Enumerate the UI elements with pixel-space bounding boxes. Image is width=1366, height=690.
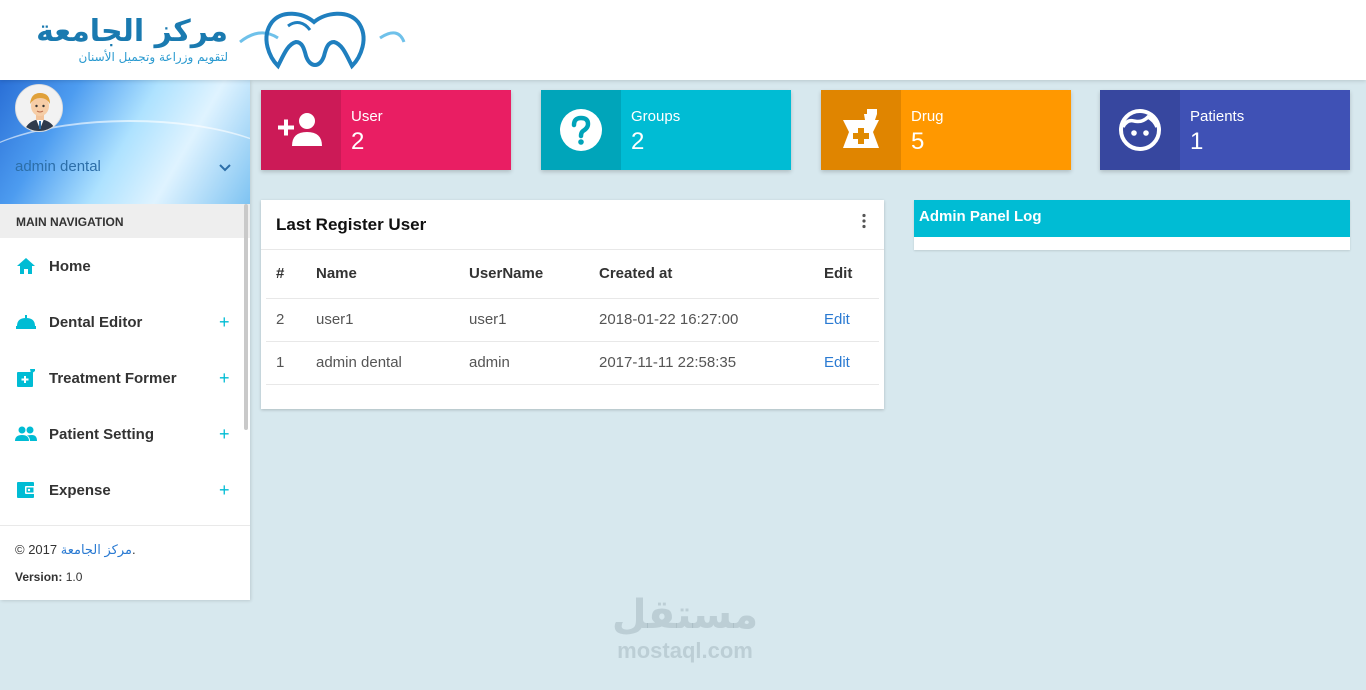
sidebar-item-label: Patient Setting	[49, 425, 155, 443]
table-row: 1 admin dental admin 2017-11-11 22:58:35…	[266, 341, 879, 385]
cell-id: 1	[266, 341, 306, 385]
info-box-label: Groups	[631, 108, 681, 125]
cell-name: user1	[306, 298, 459, 342]
sidebar: admin dental MAIN NAVIGATION Home Dental…	[0, 80, 250, 600]
user-info-panel: admin dental	[0, 80, 250, 204]
watermark-arabic: مستقل	[611, 592, 759, 638]
sidebar-item-expense[interactable]: Expense +	[0, 462, 250, 518]
tooth-logo-icon	[239, 11, 406, 70]
column-header: Created at	[589, 250, 814, 299]
people-icon	[15, 423, 37, 445]
medicine-icon	[821, 90, 901, 170]
info-box-value: 2	[351, 128, 365, 155]
watermark: مستقل mostaql.com	[600, 592, 770, 664]
cell-created: 2018-01-22 16:27:00	[589, 298, 814, 342]
home-icon	[15, 255, 37, 277]
copyright-suffix: .	[131, 542, 136, 557]
info-box-value: 1	[1190, 128, 1204, 155]
sidebar-item-label: Dental Editor	[49, 313, 143, 331]
watermark-latin: mostaql.com	[617, 638, 753, 663]
sidebar-item-label: Expense	[49, 481, 111, 499]
expand-plus-icon[interactable]: +	[219, 312, 230, 332]
user-name[interactable]: admin dental	[15, 158, 101, 175]
cell-username: user1	[459, 298, 589, 342]
expand-plus-icon[interactable]: +	[219, 368, 230, 388]
sidebar-item-home[interactable]: Home	[0, 238, 250, 294]
copyright-link[interactable]: مركز الجامعة	[61, 542, 132, 557]
help-icon	[541, 90, 621, 170]
main-navigation-header: MAIN NAVIGATION	[0, 204, 250, 238]
edit-link[interactable]: Edit	[824, 311, 850, 328]
expand-plus-icon[interactable]: +	[219, 424, 230, 444]
person-add-icon	[261, 90, 341, 170]
cell-username: admin	[459, 341, 589, 385]
admin-panel-log: Admin Panel Log	[914, 200, 1350, 250]
version-label: Version:	[15, 570, 63, 584]
avatar-image	[16, 85, 62, 131]
info-box-value: 5	[911, 128, 925, 155]
info-box-label: Patients	[1190, 108, 1245, 125]
version-text: Version: 1.0	[15, 570, 235, 584]
version-value: 1.0	[62, 570, 83, 584]
info-box-label: Drug	[911, 108, 944, 125]
table-header-row: # Name UserName Created at Edit	[266, 250, 879, 299]
column-header: Edit	[814, 250, 879, 299]
sidebar-item-label: Home	[49, 257, 91, 275]
copyright-text: © 2017 مركز الجامعة.	[15, 542, 235, 558]
more-vert-icon[interactable]	[861, 213, 867, 229]
column-header: UserName	[459, 250, 589, 299]
info-box-label: User	[351, 108, 383, 125]
sidebar-scrollbar[interactable]	[244, 204, 248, 430]
room-service-icon	[15, 311, 37, 333]
info-box-patients[interactable]: Patients 1	[1100, 90, 1350, 170]
sidebar-item-dental-editor[interactable]: Dental Editor +	[0, 294, 250, 350]
sidebar-item-label: Treatment Former	[49, 369, 177, 387]
wallet-icon	[15, 479, 37, 501]
sidebar-menu: Home Dental Editor + Treatment Former + …	[0, 238, 250, 518]
logo-subtitle: لتقويم وزراعة وتجميل الأسنان	[78, 50, 228, 64]
top-navbar: مركز الجامعة لتقويم وزراعة وتجميل الأسنا…	[0, 0, 1366, 80]
log-title: Admin Panel Log	[914, 200, 1350, 237]
chevron-down-icon[interactable]	[218, 163, 232, 173]
edit-link[interactable]: Edit	[824, 354, 850, 371]
info-box-users[interactable]: User 2	[261, 90, 511, 170]
info-box-value: 2	[631, 128, 645, 155]
card-title: Last Register User	[276, 215, 427, 234]
cell-name: admin dental	[306, 341, 459, 385]
column-header: Name	[306, 250, 459, 299]
logo-title: مركز الجامعة	[36, 14, 228, 49]
info-box-drugs[interactable]: Drug 5	[821, 90, 1071, 170]
local-hospital-icon	[15, 367, 37, 389]
cell-id: 2	[266, 298, 306, 342]
info-box-groups[interactable]: Groups 2	[541, 90, 791, 170]
last-register-user-card: Last Register User # Name UserName Creat…	[261, 200, 884, 409]
sidebar-item-treatment-former[interactable]: Treatment Former +	[0, 350, 250, 406]
cell-created: 2017-11-11 22:58:35	[589, 341, 814, 385]
brand-logo[interactable]: مركز الجامعة لتقويم وزراعة وتجميل الأسنا…	[10, 8, 410, 74]
users-table: # Name UserName Created at Edit 2 user1 …	[266, 250, 879, 385]
expand-plus-icon[interactable]: +	[219, 480, 230, 500]
card-header: Last Register User	[261, 200, 884, 250]
sidebar-footer: © 2017 مركز الجامعة. Version: 1.0	[0, 525, 250, 600]
face-icon	[1100, 90, 1180, 170]
table-row: 2 user1 user1 2018-01-22 16:27:00 Edit	[266, 298, 879, 342]
avatar[interactable]	[15, 84, 63, 132]
copyright-prefix: © 2017	[15, 542, 61, 557]
column-header: #	[266, 250, 306, 299]
sidebar-item-patient-setting[interactable]: Patient Setting +	[0, 406, 250, 462]
